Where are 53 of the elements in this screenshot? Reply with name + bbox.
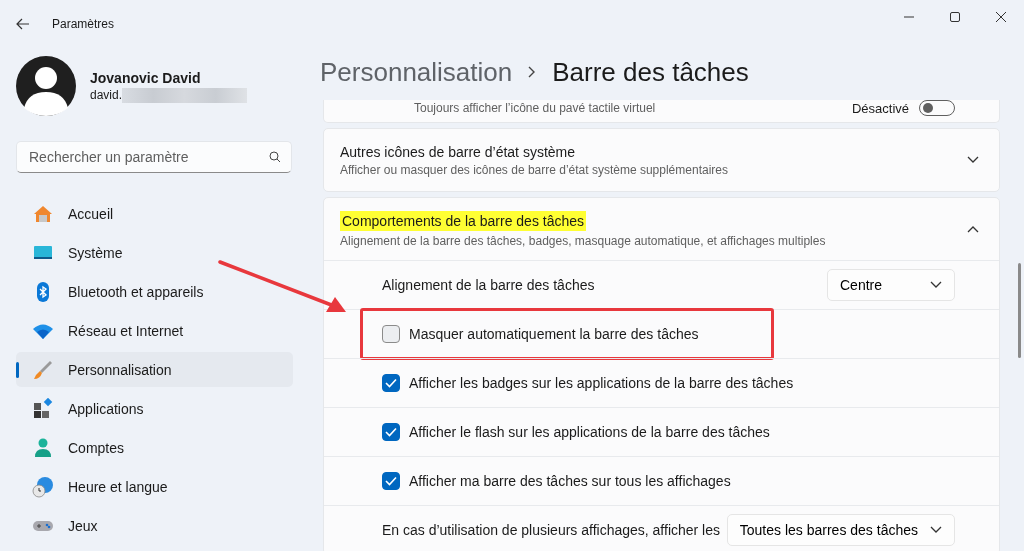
avatar-icon <box>16 56 76 116</box>
close-icon <box>996 12 1006 22</box>
scrollbar[interactable] <box>1018 263 1021 358</box>
setting-label: Alignement de la barre des tâches <box>382 277 595 293</box>
nav-item[interactable]: Bluetooth et appareils <box>16 274 293 309</box>
checkbox[interactable] <box>382 472 400 490</box>
checkbox[interactable] <box>382 423 400 441</box>
nav-item[interactable]: Réseau et Internet <box>16 313 293 348</box>
account-email: david. <box>90 88 123 102</box>
dropdown[interactable]: Toutes les barres des tâches <box>726 514 955 546</box>
search-field[interactable]: Rechercher un paramètre <box>27 148 269 166</box>
nav-item[interactable]: Jeux <box>16 508 293 543</box>
apps-icon <box>32 397 54 420</box>
checkbox-option[interactable]: Afficher le flash sur les applications de la barre des tâches <box>382 423 770 441</box>
search-box[interactable]: Rechercher un paramètre <box>16 141 292 173</box>
nav-item[interactable]: Heure et langue <box>16 469 293 504</box>
expander-title: Autres icônes de barre d’état système <box>340 143 575 160</box>
back-arrow-icon <box>16 18 30 30</box>
setting-label: En cas d’utilisation de plusieurs affichages, afficher les <box>382 522 720 538</box>
checkbox-option[interactable]: Afficher les badges sur les applications de la barre des tâches <box>382 374 794 392</box>
checkmark-icon <box>385 476 397 486</box>
expander-description: Afficher ou masquer des icônes de barre d’état système supplémentaires <box>340 162 728 177</box>
back-button[interactable] <box>16 18 30 30</box>
chevron-right-icon <box>528 66 537 78</box>
expander-description: Alignement de la barre des tâches, badges, masquage automatique, et affichages multiples <box>340 233 826 248</box>
dropdown[interactable]: Centre <box>827 269 955 301</box>
account-name: Jovanovic David <box>90 69 202 86</box>
page-title: Barre des tâches <box>552 56 749 88</box>
nav-item[interactable]: Applications <box>16 391 293 426</box>
brush-icon <box>32 358 54 381</box>
chevron-down-icon <box>930 281 942 289</box>
nav-item[interactable]: Comptes <box>16 430 293 465</box>
nav-item[interactable]: Système <box>16 235 293 270</box>
search-icon <box>269 151 281 163</box>
expander-title: Comportements de la barre des tâches <box>340 210 586 231</box>
checkbox[interactable] <box>382 325 400 343</box>
toggle-state: Désactivé <box>851 100 909 116</box>
checkmark-icon <box>385 378 397 388</box>
setting-description: Toujours afficher l’icône du pavé tactile virtuel <box>414 101 656 115</box>
chevron-down-icon <box>967 156 979 164</box>
checkbox-option[interactable]: Afficher ma barre des tâches sur tous les affichages <box>382 472 731 490</box>
globe-clock-icon <box>32 475 54 498</box>
nav-item[interactable]: Personnalisation <box>16 352 293 387</box>
person-icon <box>32 436 54 459</box>
maximize-icon <box>950 12 960 22</box>
checkbox-option[interactable]: Masquer automatiquement la barre des tâches <box>382 325 699 343</box>
breadcrumb-link[interactable]: Personnalisation <box>320 56 513 88</box>
chevron-up-icon <box>967 225 979 233</box>
chevron-down-icon <box>930 526 942 534</box>
checkmark-icon <box>385 427 397 437</box>
nav-item[interactable]: Accueil <box>16 196 293 231</box>
window-title: Paramètres <box>52 17 115 31</box>
checkbox[interactable] <box>382 374 400 392</box>
